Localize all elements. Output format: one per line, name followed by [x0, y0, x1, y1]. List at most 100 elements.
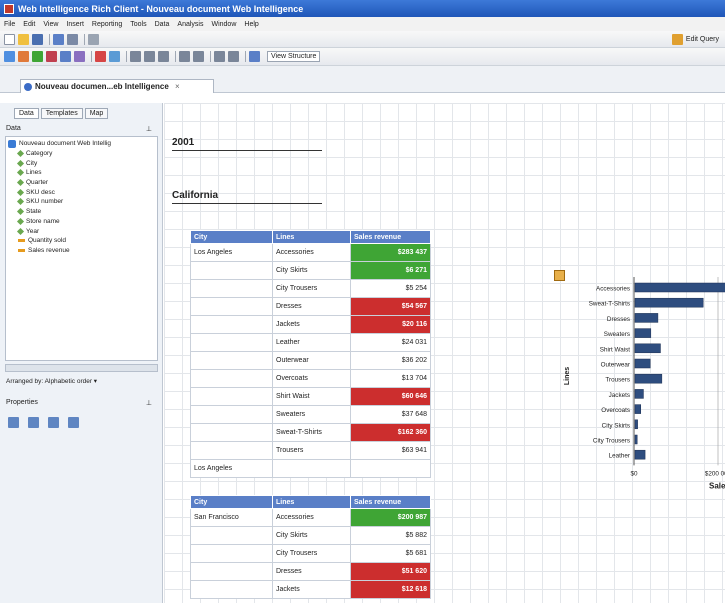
- bar: [634, 313, 659, 323]
- y-axis-title: Lines: [564, 367, 571, 385]
- toolbar-separator: [84, 33, 85, 45]
- sort-icon[interactable]: [74, 51, 85, 62]
- sort-order-icon[interactable]: [158, 51, 169, 62]
- tab-data[interactable]: Data: [14, 108, 39, 119]
- menu-help[interactable]: Help: [244, 21, 258, 28]
- menu-window[interactable]: Window: [211, 21, 236, 28]
- category-label: Trousers: [605, 377, 630, 384]
- tree-item[interactable]: Category: [8, 149, 155, 159]
- expand-icon[interactable]: [68, 417, 79, 428]
- app-icon: [4, 3, 14, 14]
- properties-title: Properties: [6, 399, 38, 406]
- edit-query-label: Edit Query: [685, 36, 719, 43]
- tree-item-label: Year: [26, 227, 40, 235]
- variable-icon[interactable]: [193, 51, 204, 62]
- tree-item-label: Quarter: [26, 179, 49, 187]
- tree-item[interactable]: Year: [8, 226, 155, 236]
- tree-item-label: Store name: [26, 217, 60, 225]
- tree-item-label: Quantity sold: [28, 237, 66, 245]
- document-tab[interactable]: Nouveau documen...eb Intelligence ×: [20, 79, 214, 93]
- open-folder-icon[interactable]: [18, 33, 29, 45]
- menu-analysis[interactable]: Analysis: [177, 21, 203, 28]
- filter-icon[interactable]: [130, 51, 141, 62]
- tree-item[interactable]: SKU desc: [8, 187, 155, 197]
- tree-item-label: State: [26, 208, 42, 216]
- edit-query-button[interactable]: Edit Query: [671, 34, 719, 45]
- menu-insert[interactable]: Insert: [66, 21, 84, 28]
- save-icon[interactable]: [32, 33, 43, 45]
- menu-data[interactable]: Data: [155, 21, 170, 28]
- pin-icon[interactable]: ⊥: [146, 125, 152, 133]
- menu-reporting[interactable]: Reporting: [92, 21, 122, 28]
- chart-icon[interactable]: [18, 51, 29, 62]
- title-bar: Web Intelligence Rich Client - Nouveau d…: [0, 0, 725, 17]
- category-label: Dresses: [607, 316, 630, 323]
- chart-handle-icon[interactable]: [554, 270, 565, 281]
- measure-icon: [18, 239, 25, 243]
- close-tab-icon[interactable]: ×: [175, 82, 180, 91]
- view-structure-button[interactable]: View Structure: [267, 51, 321, 62]
- category-label: City Skirts: [602, 422, 630, 429]
- bar: [634, 358, 651, 369]
- alphabetic-icon[interactable]: [28, 417, 39, 428]
- document-tab-label: Nouveau documen...eb Intelligence: [35, 82, 169, 91]
- table-icon[interactable]: [4, 51, 15, 62]
- tab-map[interactable]: Map: [84, 108, 109, 119]
- tree-item[interactable]: Sales revenue: [8, 246, 155, 256]
- cell-icon[interactable]: [32, 51, 43, 62]
- reporting-toolbar: View Structure: [0, 48, 725, 66]
- pin-icon[interactable]: ⊥: [146, 399, 152, 407]
- sum-icon[interactable]: [179, 51, 190, 62]
- universe-icon: [8, 139, 16, 148]
- arranged-by-dropdown[interactable]: Arranged by: Alphabetic order ▾: [6, 377, 97, 385]
- data-panel-header: Data ⊥: [6, 125, 156, 135]
- new-document-icon[interactable]: [4, 33, 15, 45]
- category-label: Sweat-T-Shirts: [589, 301, 630, 308]
- tree-item[interactable]: Lines: [8, 168, 155, 178]
- left-panel: Data Templates Map Data ⊥ Nouveau docume…: [0, 103, 163, 603]
- collapse-icon[interactable]: [48, 417, 59, 428]
- properties-toolbar: [8, 417, 82, 428]
- category-label: Jackets: [609, 392, 630, 399]
- category-label: Leather: [609, 453, 630, 460]
- alerter-icon[interactable]: [95, 51, 106, 62]
- revenue-bar-chart[interactable]: Accessories Sweat-T-Shirts Dresses Sweaters…: [164, 103, 725, 603]
- x-axis-title: Sale: [709, 481, 725, 490]
- section-icon[interactable]: [46, 51, 57, 62]
- menu-edit[interactable]: Edit: [23, 21, 35, 28]
- edit-query-icon: [671, 34, 683, 45]
- tree-item-label: Sales revenue: [28, 246, 70, 254]
- category-label: Outerwear: [601, 362, 630, 369]
- break-icon[interactable]: [60, 51, 71, 62]
- categorized-icon[interactable]: [8, 417, 19, 428]
- dimension-icon: [16, 198, 25, 206]
- ranking-icon[interactable]: [109, 51, 120, 62]
- print-icon[interactable]: [53, 33, 64, 45]
- tree-item[interactable]: Quantity sold: [8, 236, 155, 246]
- tree-item[interactable]: State: [8, 207, 155, 217]
- x-tick-label: $200 000: [705, 470, 725, 477]
- horizontal-scrollbar[interactable]: [5, 364, 158, 372]
- bar: [634, 389, 644, 399]
- dimension-icon: [16, 159, 25, 167]
- tree-root[interactable]: Nouveau document Web Intellig: [8, 139, 155, 149]
- bar: [634, 404, 642, 414]
- tree-item-label: SKU desc: [26, 188, 55, 196]
- tree-item[interactable]: Quarter: [8, 178, 155, 188]
- view-mode-icon[interactable]: [88, 33, 99, 45]
- tree-item[interactable]: City: [8, 158, 155, 168]
- drill-icon[interactable]: [228, 51, 239, 62]
- category-label: Shirt Waist: [600, 346, 630, 353]
- menu-view[interactable]: View: [43, 21, 58, 28]
- toolbar-separator: [91, 51, 92, 62]
- menu-file[interactable]: File: [4, 21, 15, 28]
- tree-item[interactable]: SKU number: [8, 197, 155, 207]
- outline-icon[interactable]: [144, 51, 155, 62]
- dimension-icon: [16, 217, 25, 225]
- tree-item[interactable]: Store name: [8, 217, 155, 227]
- toolbar-separator: [245, 51, 246, 62]
- track-icon[interactable]: [214, 51, 225, 62]
- find-icon[interactable]: [67, 33, 78, 45]
- tab-templates[interactable]: Templates: [40, 108, 83, 119]
- menu-tools[interactable]: Tools: [130, 21, 146, 28]
